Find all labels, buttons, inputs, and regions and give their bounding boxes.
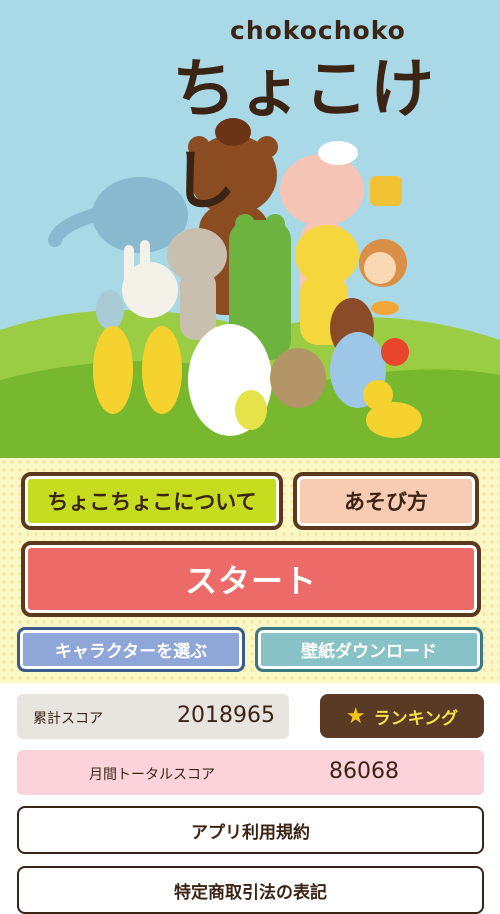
how-to-play-button[interactable]: あそび方 [293, 472, 479, 530]
about-button[interactable]: ちょこちょこについて [21, 472, 283, 530]
monthly-score-panel: 月間トータルスコア 86068 [17, 750, 484, 795]
monthly-score-value: 86068 [329, 759, 399, 784]
ranking-button[interactable]: ★ ランキング [320, 694, 484, 738]
total-score-panel: 累計スコア 2018965 [17, 694, 289, 739]
total-score-value: 2018965 [177, 703, 275, 728]
commercial-law-button[interactable]: 特定商取引法の表記 [17, 866, 484, 914]
terms-of-use-button[interactable]: アプリ利用規約 [17, 806, 484, 854]
ranking-label: ランキング [373, 708, 459, 729]
hero-illustration: chokochoko ちょこけし [0, 0, 500, 458]
star-icon: ★ [345, 703, 366, 729]
brand-kana-title: ちょこけし [172, 53, 436, 219]
total-score-label: 累計スコア [33, 711, 103, 727]
choose-character-button[interactable]: キャラクターを選ぶ [17, 627, 245, 672]
wallpaper-download-button[interactable]: 壁紙ダウンロード [255, 627, 483, 672]
monthly-score-label: 月間トータルスコア [89, 767, 215, 783]
start-button[interactable]: スタート [21, 541, 481, 617]
